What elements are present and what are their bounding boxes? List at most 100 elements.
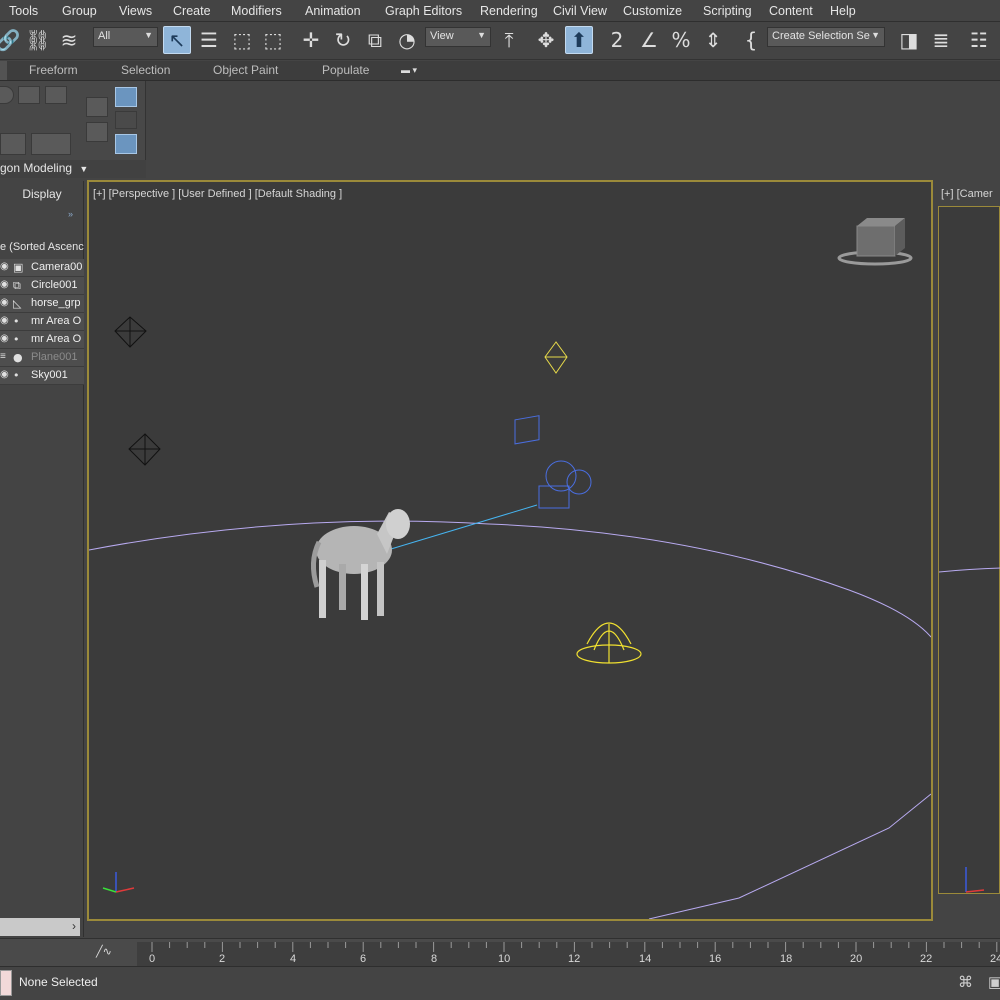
- tab-freeform[interactable]: Freeform: [29, 63, 78, 77]
- percent-snap-icon[interactable]: %: [667, 26, 695, 54]
- menu-tools[interactable]: Tools: [9, 4, 38, 18]
- expand-icon[interactable]: »: [68, 209, 73, 219]
- menu-views[interactable]: Views: [119, 4, 152, 18]
- ribbon-btn-element[interactable]: [45, 86, 67, 104]
- viewport-label[interactable]: [+] [Camer: [941, 188, 993, 200]
- select-by-name-icon[interactable]: ☰: [195, 26, 223, 54]
- explorer-item-light-2[interactable]: ◉ • mr Area O: [0, 331, 84, 349]
- named-selection-value: Create Selection Se: [772, 30, 870, 42]
- edit-named-selection-icon[interactable]: {: [737, 26, 765, 54]
- ribbon-btn-modify-2[interactable]: [115, 111, 137, 129]
- scale-icon[interactable]: ⧉: [361, 26, 389, 54]
- explorer-item-label: mr Area O: [31, 333, 82, 345]
- chevron-right-icon[interactable]: ›: [72, 919, 76, 933]
- explorer-item-light-1[interactable]: ◉ • mr Area O: [0, 313, 84, 331]
- move-icon[interactable]: ✛: [297, 26, 325, 54]
- spinner-snap-icon[interactable]: ⇕: [699, 26, 727, 54]
- view-cube-icon[interactable]: [837, 218, 913, 266]
- main-toolbar: 🔗 ⛓ ≋ All ▼ ↖ ☰ ⬚ ⬚ ✛ ↻ ⧉ ◔ View ▼ ⤒ ✥ ⬆…: [0, 22, 1000, 60]
- menu-group[interactable]: Group: [62, 4, 97, 18]
- timeline-tick-label: 8: [431, 953, 438, 965]
- ground-circle-curve: [939, 567, 1000, 573]
- timeline-tick-label: 24: [990, 953, 1000, 965]
- explorer-item-plane[interactable]: ≡ ● Plane001: [0, 349, 84, 367]
- visibility-eye-icon[interactable]: ◉: [0, 333, 10, 345]
- isolate-selection-icon[interactable]: ⌘: [958, 973, 973, 991]
- mirror-icon[interactable]: ◨: [895, 26, 923, 54]
- curve-editor-icon[interactable]: ╱∿: [96, 945, 136, 965]
- menu-content[interactable]: Content: [769, 4, 813, 18]
- explorer-item-circle[interactable]: ◉ ⧉ Circle001: [0, 277, 84, 295]
- align-icon[interactable]: ≣: [927, 26, 955, 54]
- explorer-item-camera[interactable]: ◉ ▣ Camera00: [0, 259, 84, 277]
- menu-help[interactable]: Help: [830, 4, 856, 18]
- chevron-down-icon: ▼: [477, 30, 486, 40]
- snaps-toggle-icon[interactable]: 2: [603, 26, 631, 54]
- explorer-item-sky[interactable]: ◉ • Sky001: [0, 367, 84, 385]
- skylight-gizmo[interactable]: [576, 622, 642, 664]
- ribbon-btn-modify-3[interactable]: [86, 122, 108, 142]
- place-icon[interactable]: ◔: [393, 26, 421, 54]
- light-gizmo-yellow[interactable]: [544, 341, 568, 374]
- explorer-tab-display[interactable]: Display: [0, 187, 84, 201]
- ribbon-btn-modify-1[interactable]: [86, 97, 108, 117]
- window-crossing-icon[interactable]: ⬚: [259, 26, 287, 54]
- tab-modeling-edge[interactable]: [0, 61, 7, 80]
- menu-rendering[interactable]: Rendering: [480, 4, 538, 18]
- ribbon-panel-label[interactable]: gon Modeling ▼: [0, 160, 146, 178]
- camera-target-line: [390, 504, 538, 550]
- select-manipulate-icon[interactable]: ✥: [532, 26, 560, 54]
- keyboard-shortcut-override-icon[interactable]: ⬆: [565, 26, 593, 54]
- visibility-eye-icon[interactable]: ◉: [0, 261, 10, 273]
- ribbon-btn-border[interactable]: [18, 86, 40, 104]
- ribbon-btn-vertex[interactable]: [0, 86, 14, 104]
- visibility-eye-icon[interactable]: ◉: [0, 297, 10, 309]
- menu-animation[interactable]: Animation: [305, 4, 361, 18]
- reference-coordinate-dropdown[interactable]: View ▼: [425, 27, 491, 47]
- area-light-gizmo[interactable]: [114, 316, 147, 348]
- angle-snap-icon[interactable]: ∠: [635, 26, 663, 54]
- menu-create[interactable]: Create: [173, 4, 211, 18]
- maxscript-listener-swatch[interactable]: [0, 970, 12, 996]
- menu-customize[interactable]: Customize: [623, 4, 682, 18]
- explorer-item-horse-group[interactable]: ◉ ◺ horse_grp: [0, 295, 84, 313]
- unlink-icon[interactable]: ⛓: [24, 26, 52, 54]
- menu-bar: Tools Group Views Create Modifiers Anima…: [0, 0, 1000, 22]
- tab-populate[interactable]: Populate: [322, 63, 369, 77]
- layers-icon[interactable]: ≡: [0, 351, 10, 363]
- ribbon-btn-modify-4[interactable]: [0, 133, 26, 155]
- pivot-point-icon[interactable]: ⤒: [495, 26, 523, 54]
- visibility-eye-icon[interactable]: ◉: [0, 279, 10, 291]
- menu-civil-view[interactable]: Civil View: [553, 4, 607, 18]
- visibility-eye-icon[interactable]: ◉: [0, 369, 10, 381]
- link-icon[interactable]: 🔗: [0, 26, 22, 54]
- camera-icon: ▣: [13, 261, 24, 274]
- ribbon-btn-active-1[interactable]: [115, 87, 137, 107]
- rotate-icon[interactable]: ↻: [329, 26, 357, 54]
- horse-model[interactable]: [311, 509, 410, 620]
- explorer-horizontal-scrollbar[interactable]: ›: [0, 918, 80, 936]
- camera-gizmo[interactable]: [514, 415, 592, 509]
- selection-lock-icon[interactable]: ▣: [988, 973, 1000, 991]
- named-selection-dropdown[interactable]: Create Selection Se ▼: [767, 27, 885, 47]
- camera-viewport-canvas[interactable]: [938, 206, 1000, 894]
- selection-filter-dropdown[interactable]: All ▼: [93, 27, 158, 47]
- area-light-gizmo-2[interactable]: [128, 433, 161, 466]
- timeline-tick-label: 18: [780, 953, 793, 965]
- menu-graph-editors[interactable]: Graph Editors: [385, 4, 462, 18]
- perspective-viewport[interactable]: [+] [Perspective ] [User Defined ] [Defa…: [87, 180, 933, 921]
- rectangular-selection-icon[interactable]: ⬚: [228, 26, 256, 54]
- ribbon-btn-modify-5[interactable]: [31, 133, 71, 155]
- tab-object-paint[interactable]: Object Paint: [213, 63, 278, 77]
- ribbon-options-icon[interactable]: ▬ ▾: [401, 65, 417, 76]
- ribbon-btn-active-2[interactable]: [115, 134, 137, 154]
- bind-space-warp-icon[interactable]: ≋: [55, 26, 83, 54]
- tab-selection[interactable]: Selection: [121, 63, 170, 77]
- camera-viewport[interactable]: [+] [Camer: [936, 180, 1000, 921]
- select-object-icon[interactable]: ↖: [163, 26, 191, 54]
- layer-explorer-icon[interactable]: ☷: [965, 26, 993, 54]
- visibility-eye-icon[interactable]: ◉: [0, 315, 10, 327]
- menu-modifiers[interactable]: Modifiers: [231, 4, 282, 18]
- explorer-sort-header[interactable]: e (Sorted Ascenc: [0, 241, 84, 253]
- menu-scripting[interactable]: Scripting: [703, 4, 752, 18]
